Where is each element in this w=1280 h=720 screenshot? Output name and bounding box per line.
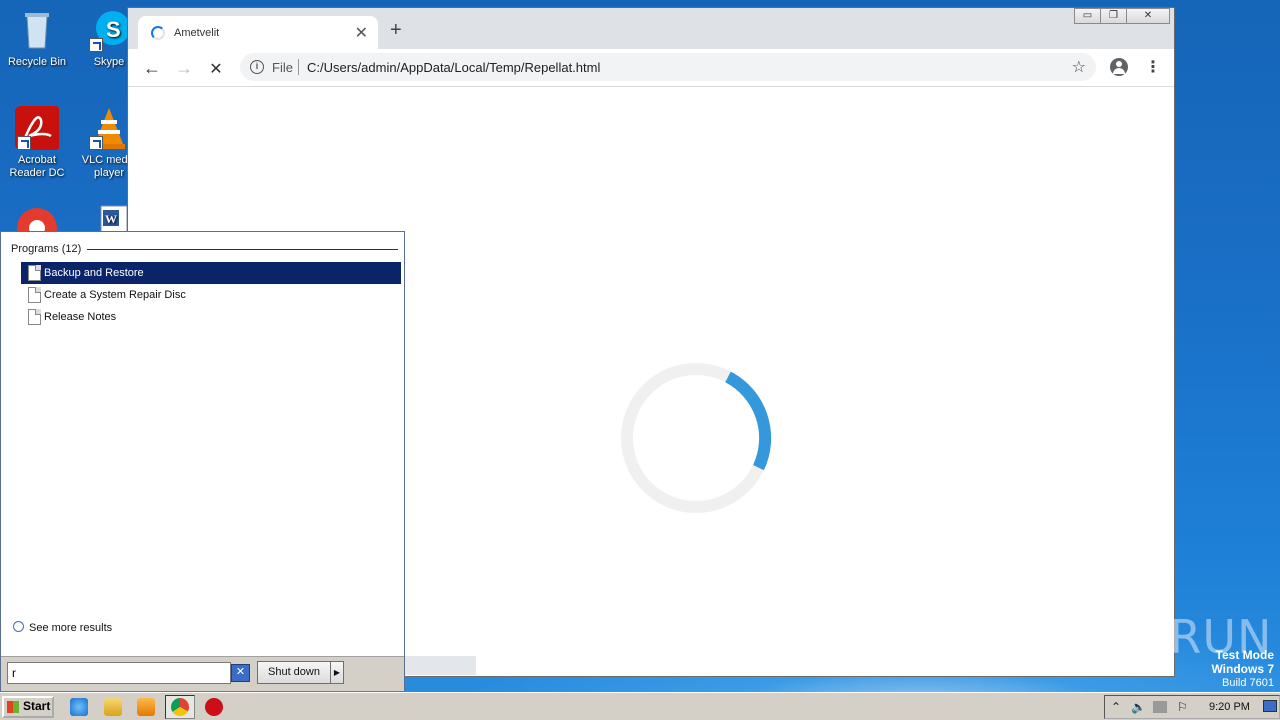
start-result-backup-and-restore[interactable]: Backup and Restore bbox=[21, 262, 401, 284]
test-mode-line: Test Mode bbox=[1215, 648, 1274, 662]
svg-text:W: W bbox=[105, 212, 117, 226]
acrobat-icon bbox=[15, 106, 61, 150]
taskbar-chrome-button[interactable] bbox=[165, 695, 195, 719]
tab-loading-spinner-icon bbox=[151, 26, 165, 40]
system-tray: ⌃ 🔈 ⚐ 9:20 PM bbox=[1104, 695, 1280, 719]
scheme-label: File bbox=[272, 60, 293, 75]
document-icon bbox=[28, 287, 41, 303]
profile-avatar-icon[interactable] bbox=[1110, 58, 1128, 76]
opera-icon[interactable] bbox=[205, 698, 223, 716]
windows-flag-icon bbox=[7, 701, 19, 713]
desktop-icon-label: Acrobat Reader DC bbox=[9, 154, 65, 179]
forward-button[interactable]: → bbox=[174, 58, 194, 79]
status-bubble bbox=[404, 656, 476, 675]
start-label: Start bbox=[23, 699, 51, 713]
bookmark-star-icon[interactable]: ☆ bbox=[1072, 57, 1086, 77]
network-icon[interactable] bbox=[1153, 701, 1167, 713]
shut-down-button[interactable]: Shut down bbox=[257, 661, 331, 684]
see-more-results-link[interactable]: See more results bbox=[13, 620, 112, 634]
show-desktop-icon[interactable] bbox=[1263, 700, 1277, 712]
vlc-cone-icon bbox=[87, 106, 131, 150]
show-hidden-icons-chevron-icon[interactable]: ⌃ bbox=[1111, 700, 1121, 714]
restore-button[interactable]: ❐ bbox=[1100, 8, 1127, 24]
skype-icon: S bbox=[87, 8, 131, 52]
desktop-icon-recycle-bin[interactable]: Recycle Bin bbox=[2, 8, 72, 69]
start-menu: Programs (12) Backup and Restore Create … bbox=[0, 231, 405, 691]
shut-down-options-arrow-icon[interactable]: ▶ bbox=[330, 661, 344, 684]
tab-title: Ametvelit bbox=[174, 27, 220, 39]
tab-strip: Ametvelit ✕ + ▭ ❐ ✕ bbox=[128, 8, 1174, 50]
internet-explorer-icon[interactable] bbox=[70, 698, 88, 716]
see-more-label: See more results bbox=[29, 622, 113, 634]
window-controls: ▭ ❐ ✕ bbox=[1074, 8, 1170, 24]
magnifier-icon bbox=[13, 621, 24, 632]
url-text[interactable]: C:/Users/admin/AppData/Local/Temp/Repell… bbox=[307, 60, 600, 75]
svg-text:S: S bbox=[106, 17, 121, 42]
recycle-bin-icon bbox=[15, 8, 59, 52]
clock[interactable]: 9:20 PM bbox=[1209, 701, 1250, 713]
start-result-release-notes[interactable]: Release Notes bbox=[21, 306, 401, 328]
clear-search-icon[interactable]: ✕ bbox=[231, 664, 250, 682]
windows-version-line: Windows 7 bbox=[1211, 662, 1274, 676]
back-button[interactable]: ← bbox=[142, 58, 162, 79]
file-explorer-icon[interactable] bbox=[104, 698, 122, 716]
stop-loading-button[interactable]: ✕ bbox=[206, 59, 226, 79]
start-result-create-system-repair-disc[interactable]: Create a System Repair Disc bbox=[21, 284, 401, 306]
site-info-icon[interactable]: i bbox=[250, 60, 264, 74]
document-icon bbox=[28, 265, 41, 281]
minimize-button[interactable]: ▭ bbox=[1074, 8, 1101, 24]
result-label: Release Notes bbox=[44, 311, 117, 323]
chrome-icon bbox=[171, 698, 189, 716]
desktop-icon-label: Recycle Bin bbox=[7, 56, 67, 68]
address-bar[interactable]: i File C:/Users/admin/AppData/Local/Temp… bbox=[240, 53, 1096, 81]
header-divider bbox=[87, 249, 398, 250]
close-window-button[interactable]: ✕ bbox=[1126, 8, 1170, 24]
start-search-input[interactable] bbox=[7, 662, 231, 684]
result-label: Backup and Restore bbox=[44, 267, 144, 279]
document-icon bbox=[28, 309, 41, 325]
start-menu-footer: ✕ Shut down ▶ bbox=[1, 656, 404, 691]
volume-icon[interactable]: 🔈 bbox=[1131, 700, 1146, 714]
shortcut-arrow-icon bbox=[89, 38, 103, 52]
shortcut-arrow-icon bbox=[17, 136, 31, 150]
media-player-icon[interactable] bbox=[137, 698, 155, 716]
shortcut-arrow-icon bbox=[89, 136, 103, 150]
browser-toolbar: ← → ✕ i File C:/Users/admin/AppData/Loca… bbox=[128, 49, 1174, 87]
new-tab-button[interactable]: + bbox=[390, 19, 402, 42]
start-button[interactable]: Start bbox=[2, 696, 54, 718]
tab-ametvelit[interactable]: Ametvelit ✕ bbox=[138, 16, 378, 50]
result-label: Create a System Repair Disc bbox=[44, 289, 186, 301]
programs-header: Programs (12) bbox=[11, 243, 82, 255]
spinner-arc bbox=[725, 371, 772, 471]
build-line: Build 7601 bbox=[1222, 677, 1274, 689]
test-mode-watermark: Test Mode Windows 7 Build 7601 bbox=[1211, 648, 1274, 690]
taskbar: Start ⌃ 🔈 ⚐ 9:20 PM bbox=[0, 692, 1280, 720]
page-loading-spinner bbox=[621, 363, 772, 513]
browser-menu-icon[interactable]: ⋮ bbox=[1145, 57, 1161, 77]
desktop-icon-acrobat[interactable]: Acrobat Reader DC bbox=[2, 106, 72, 180]
action-center-flag-icon[interactable]: ⚐ bbox=[1177, 700, 1188, 714]
tab-close-icon[interactable]: ✕ bbox=[355, 23, 368, 43]
address-separator bbox=[298, 59, 299, 75]
